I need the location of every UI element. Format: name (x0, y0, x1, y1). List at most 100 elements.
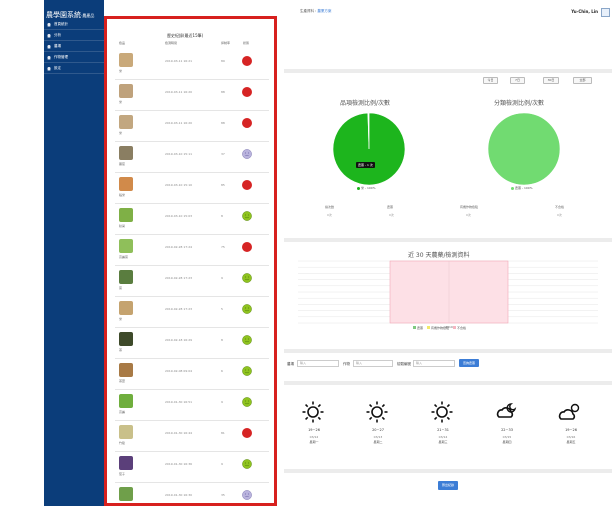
sidebar-item-settings[interactable]: 設定 (44, 64, 104, 74)
sidebar-item-analysis[interactable]: 分析 (44, 31, 104, 41)
weather-temp: 22~33 (501, 428, 513, 432)
product-thumbnail (119, 456, 133, 470)
farm-label: 農場 (287, 362, 294, 366)
record-name: 茶 (119, 348, 123, 352)
record-name: 稻米 (119, 193, 126, 197)
status-pass-face-icon (242, 366, 252, 376)
home-icon (47, 44, 51, 49)
home-icon (47, 22, 51, 27)
sidebar: 農學園系統-農產品 首頁統計 分析 農場 作物管理 設定 (44, 0, 104, 506)
record-name: 竹筍 (119, 441, 126, 445)
status-pass-face-icon (242, 211, 252, 221)
weather-day: 21~31 03/14 星期三 (423, 400, 463, 444)
record-row[interactable]: 蘿蔔 2019-03-10 15:11 37 (115, 142, 269, 173)
user-name[interactable]: Yu-Chin, Lin (571, 9, 598, 14)
record-time: 2019-01-30 16:30 (165, 493, 193, 497)
bar-chart[interactable]: 2019 (288, 258, 610, 328)
search-button[interactable]: 查詢農藥 (459, 359, 479, 367)
product-thumbnail (119, 239, 133, 253)
record-name: 米 (119, 100, 123, 104)
range-today-button[interactable]: 今日 (483, 77, 498, 84)
record-time: 2019-01-30 16:51 (165, 400, 193, 404)
record-row[interactable]: 米 2019-02-28 17:23 5 (115, 297, 269, 328)
record-name: 秋葵 (119, 224, 126, 228)
weather-temp: 21~31 (437, 428, 449, 432)
record-value: 88 (221, 90, 225, 94)
brand-logo: 農學園系統-農產品 (46, 11, 95, 19)
pie-chart-items[interactable] (331, 111, 407, 187)
range-all-button[interactable]: 全部 (573, 77, 592, 84)
stat-card-pesticide[interactable]: 農藥 44 (366, 25, 441, 63)
user-menu-icon[interactable] (601, 8, 610, 17)
record-row[interactable]: 稻米 2019-03-10 15:10 85 (115, 173, 269, 204)
pie-chart-category[interactable] (486, 111, 562, 187)
home-icon (47, 55, 51, 60)
record-name: 米 (119, 317, 123, 321)
record-row[interactable]: 高麗 2019-01-30 16:51 9 (115, 390, 269, 421)
crop-input[interactable]: 輸入 (353, 360, 393, 367)
status-pass-face-icon (242, 335, 252, 345)
status-fail-icon (242, 180, 252, 190)
product-thumbnail (119, 394, 133, 408)
record-time: 2019-03-10 15:03 (165, 214, 193, 218)
range-7d-button[interactable]: 7日 (510, 77, 525, 84)
weather-day: 20~27 03/13 星期二 (358, 400, 398, 444)
sun-icon (302, 401, 324, 423)
record-time: 2019-03-10 15:10 (165, 183, 193, 187)
mini-stat-value: 0次 (557, 213, 562, 217)
record-row[interactable]: 菜 2019-01-30 16:30 35 (115, 483, 269, 503)
status-neutral-face-icon (242, 149, 252, 159)
record-name: 米 (119, 69, 123, 73)
record-value: 5 (221, 307, 223, 311)
status-pass-face-icon (242, 273, 252, 283)
record-value: 35 (221, 493, 225, 497)
record-row[interactable]: 竹筍 2019-01-30 16:44 81 (115, 421, 269, 452)
record-row[interactable]: 秋葵 2019-03-10 15:03 8 (115, 204, 269, 235)
record-row[interactable]: 菜 2019-02-28 17:23 9 (115, 266, 269, 297)
topbar-link[interactable]: 農業方案 (317, 9, 331, 13)
sidebar-item-farm[interactable]: 農場 (44, 42, 104, 52)
test-id-input[interactable]: 輸入 (413, 360, 455, 367)
mini-stat-label: 總次數 (325, 205, 335, 209)
record-time: 2019-02-28 17:23 (165, 276, 193, 280)
mini-stat-label: 不合格 (555, 205, 565, 209)
record-value: 9 (221, 462, 223, 466)
record-time: 2019-02-28 17:23 (165, 307, 193, 311)
moon-cloud-icon (496, 403, 517, 418)
weather-temp: 20~27 (372, 428, 384, 432)
record-row[interactable]: 茶 2019-02-18 16:29 8 (115, 328, 269, 359)
sidebar-item-crops[interactable]: 作物管理 (44, 53, 104, 63)
record-row[interactable]: 茄子 2019-01-30 16:36 9 (115, 452, 269, 483)
record-row[interactable]: 米 2019-03-11 16:20 88 (115, 111, 269, 142)
mini-stat-value: 0次 (327, 213, 332, 217)
sidebar-item-home[interactable]: 首頁統計 (44, 20, 104, 30)
product-thumbnail (119, 332, 133, 346)
bar-legend: 農藥 有機作物檢驗 不合格 (413, 326, 466, 330)
record-row[interactable]: 米 2019-03-11 16:21 89 (115, 49, 269, 80)
record-time: 2019-01-30 16:36 (165, 462, 193, 466)
record-row[interactable]: 茶葉 2019-02-08 09:04 6 (115, 359, 269, 390)
stat-card-tests[interactable]: 檢測次數 110 (284, 25, 354, 63)
records-title: 歷史紀錄(最近15筆) (167, 33, 204, 38)
record-name: 蘿蔔 (119, 162, 126, 166)
weather-weekday: 星期一 (309, 440, 319, 444)
crop-label: 作物 (343, 362, 350, 366)
record-value: 85 (221, 183, 225, 187)
range-30d-button[interactable]: 30日 (543, 77, 559, 84)
weather-weekday: 星期三 (438, 440, 448, 444)
stat-card-failed[interactable]: 不合格 61 (533, 25, 612, 63)
stat-card-organic[interactable]: 有機作物檢驗 5 (449, 25, 525, 63)
product-thumbnail (119, 84, 133, 98)
record-value: 9 (221, 400, 223, 404)
weather-weekday: 星期二 (373, 440, 383, 444)
record-row[interactable]: 高麗菜 2019-02-28 17:24 75 (115, 235, 269, 266)
cloud-sun-icon (558, 403, 580, 420)
pie-slice[interactable] (487, 112, 561, 186)
status-pass-face-icon (242, 397, 252, 407)
mini-stat-label: 農藥 (387, 205, 394, 209)
mini-stat-value: 0次 (466, 213, 471, 217)
farm-input[interactable]: 輸入 (297, 360, 339, 367)
record-row[interactable]: 米 2019-03-11 16:20 88 (115, 80, 269, 111)
export-button[interactable]: 匯出紀錄 (438, 481, 458, 490)
record-name: 菜 (119, 286, 123, 290)
